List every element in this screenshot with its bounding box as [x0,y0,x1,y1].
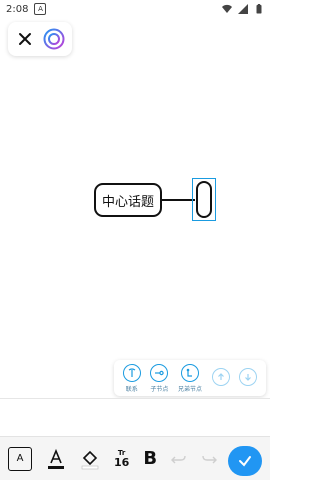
notification-a-icon: A [34,3,47,15]
add-sibling-button[interactable]: 兄弟节点 [178,363,203,393]
arrow-down-icon [245,374,252,381]
move-up-button[interactable] [211,368,230,388]
link-button[interactable]: 联系 [122,363,141,393]
textbox-icon: A [8,446,32,471]
arrow-up-icon [217,373,224,380]
close-icon [19,33,31,45]
add-child-icon [155,370,165,375]
redo-icon [202,455,218,463]
status-time: 2:08 [6,3,29,15]
target-circle-icon [43,28,65,50]
check-icon [239,456,251,467]
undo-icon [171,455,186,463]
style-button[interactable] [42,27,66,51]
add-sibling-label: 兄弟节点 [178,385,203,393]
undo-button[interactable] [171,446,187,472]
font-size-value: 16 [114,455,130,469]
child-topic-node[interactable] [196,181,212,218]
confirm-button[interactable] [228,446,262,476]
add-sibling-icon [186,368,192,377]
close-button[interactable] [14,28,36,50]
wifi-icon [222,4,232,14]
top-action-card [8,22,72,56]
bold-button[interactable]: B [143,446,157,472]
add-child-button[interactable]: 子节点 [150,363,169,393]
fill-color-button[interactable] [80,446,100,472]
paint-bucket-icon [81,450,99,469]
text-color-icon [48,448,64,469]
add-child-label: 子节点 [150,385,169,393]
node-connector-line [162,199,195,201]
status-bar: 2:08 A [0,0,270,18]
textbox-style-button[interactable]: A [8,446,32,472]
battery-icon [256,4,262,14]
move-down-button[interactable] [239,368,258,388]
text-input-area[interactable] [0,399,270,431]
link-icon [128,367,136,377]
link-label: 联系 [125,385,138,393]
font-size-button[interactable]: Tr 16 [114,446,129,472]
redo-button[interactable] [201,446,218,472]
signal-icon [238,4,248,14]
center-topic-node[interactable]: 中心话题 [94,183,162,217]
node-toolbar: 联系 子节点 兄弟节点 [114,360,266,396]
text-color-button[interactable] [46,446,66,472]
